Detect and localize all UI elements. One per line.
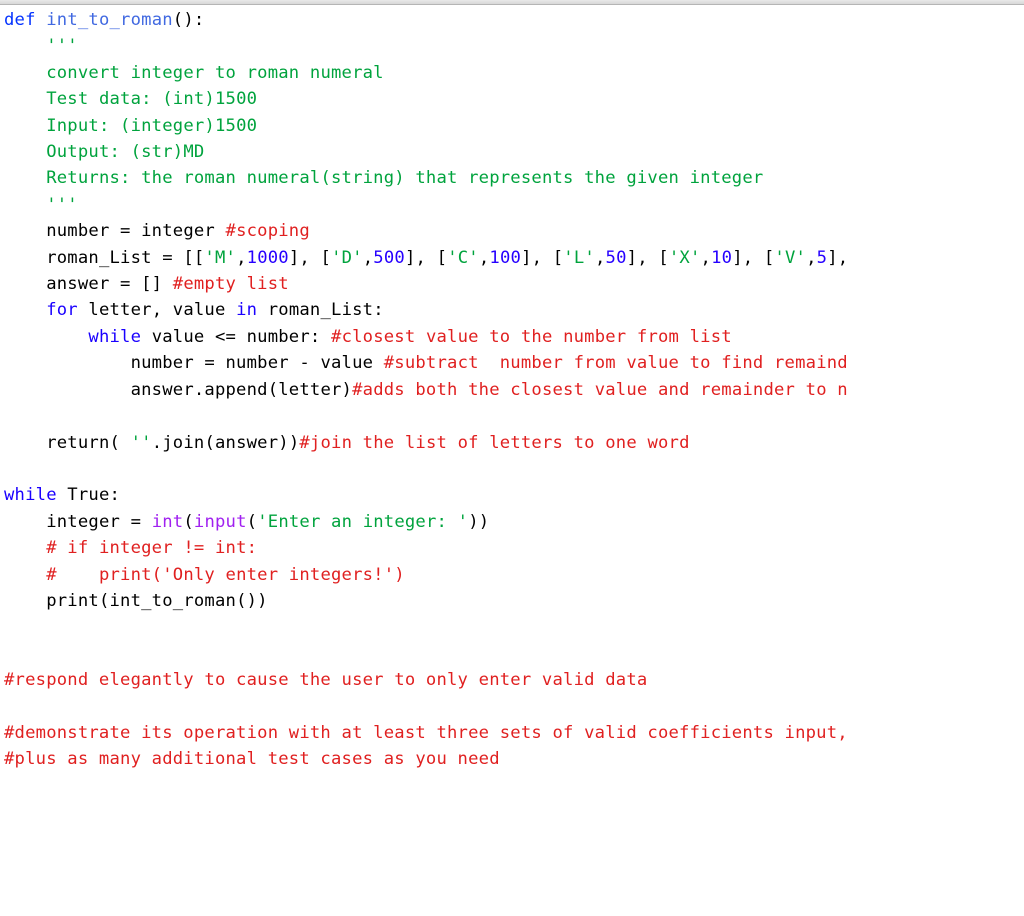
code-line: roman_List = [[	[46, 248, 204, 268]
builtin-int: int	[152, 512, 184, 532]
number-literal: 10	[711, 248, 732, 268]
bracket: [	[321, 248, 332, 268]
docstring-line: Input: (integer)1500	[46, 116, 257, 136]
comment: #plus as many additional test cases as y…	[4, 749, 500, 769]
string-literal: 'X'	[669, 248, 701, 268]
string-literal: 'D'	[331, 248, 363, 268]
docstring-open: '''	[46, 36, 78, 56]
code-line: answer.append(letter)	[131, 380, 353, 400]
comment: #scoping	[226, 221, 310, 241]
sep: ,	[299, 248, 320, 268]
code-line: True:	[57, 485, 120, 505]
builtin-input: input	[194, 512, 247, 532]
comment: #respond elegantly to cause the user to …	[4, 670, 647, 690]
docstring-close: '''	[46, 195, 78, 215]
bracket: [	[764, 248, 775, 268]
keyword-for: for	[46, 300, 78, 320]
comment: #closest value to the number from list	[331, 327, 732, 347]
bracket: ]	[732, 248, 743, 268]
docstring-line: Output: (str)MD	[46, 142, 204, 162]
comment: #empty list	[173, 274, 289, 294]
code-line: answer = []	[46, 274, 173, 294]
bracket: ]	[521, 248, 532, 268]
bracket: ]	[289, 248, 300, 268]
string-literal: 'V'	[774, 248, 806, 268]
bracket: [	[437, 248, 448, 268]
code-line: return(	[46, 433, 130, 453]
string-literal: 'Enter an integer: '	[257, 512, 468, 532]
sep: ,	[806, 248, 817, 268]
sep: ,	[236, 248, 247, 268]
sep: ,	[363, 248, 374, 268]
code-line: (	[183, 512, 194, 532]
code-line: letter, value	[78, 300, 236, 320]
string-literal: 'M'	[204, 248, 236, 268]
sep: ,	[838, 248, 849, 268]
code-line: print(int_to_roman())	[46, 591, 268, 611]
number-literal: 1000	[247, 248, 289, 268]
bracket: [	[658, 248, 669, 268]
comment: #demonstrate its operation with at least…	[4, 723, 848, 743]
code-line: ))	[468, 512, 489, 532]
code-editor-content: def int_to_roman(): ''' convert integer …	[0, 5, 1024, 773]
comment: # if integer != int:	[46, 538, 257, 558]
keyword-in: in	[236, 300, 257, 320]
code-line: value <= number:	[141, 327, 331, 347]
bracket: ]	[405, 248, 416, 268]
code-line: (	[247, 512, 258, 532]
comment: #join the list of letters to one word	[299, 433, 689, 453]
comment: # print('Only enter integers!')	[46, 565, 405, 585]
bracket: ]	[827, 248, 838, 268]
code-line: number = number - value	[131, 353, 384, 373]
comment: #subtract number from value to find rema…	[384, 353, 848, 373]
number-literal: 100	[489, 248, 521, 268]
code-line: roman_List:	[257, 300, 384, 320]
sep: ,	[743, 248, 764, 268]
keyword-while: while	[4, 485, 57, 505]
string-literal: 'L'	[563, 248, 595, 268]
bracket: [	[553, 248, 564, 268]
string-literal: ''	[131, 433, 152, 453]
docstring-line: Returns: the roman numeral(string) that …	[46, 168, 763, 188]
docstring-line: Test data: (int)1500	[46, 89, 257, 109]
comment: #adds both the closest value and remaind…	[352, 380, 848, 400]
sep: ,	[637, 248, 658, 268]
bracket: ]	[627, 248, 638, 268]
code-line: number = integer	[46, 221, 225, 241]
docstring-line: convert integer to roman numeral	[46, 63, 384, 83]
number-literal: 50	[606, 248, 627, 268]
keyword-while: while	[88, 327, 141, 347]
sep: ,	[595, 248, 606, 268]
sep: ,	[479, 248, 490, 268]
code-line: .join(answer))	[152, 433, 300, 453]
sep: ,	[532, 248, 553, 268]
number-literal: 5	[817, 248, 828, 268]
parens: ():	[173, 10, 205, 30]
keyword-def: def	[4, 10, 36, 30]
code-line: integer =	[46, 512, 151, 532]
string-literal: 'C'	[447, 248, 479, 268]
number-literal: 500	[373, 248, 405, 268]
sep: ,	[416, 248, 437, 268]
function-name: int_to_roman	[46, 10, 173, 30]
sep: ,	[701, 248, 712, 268]
